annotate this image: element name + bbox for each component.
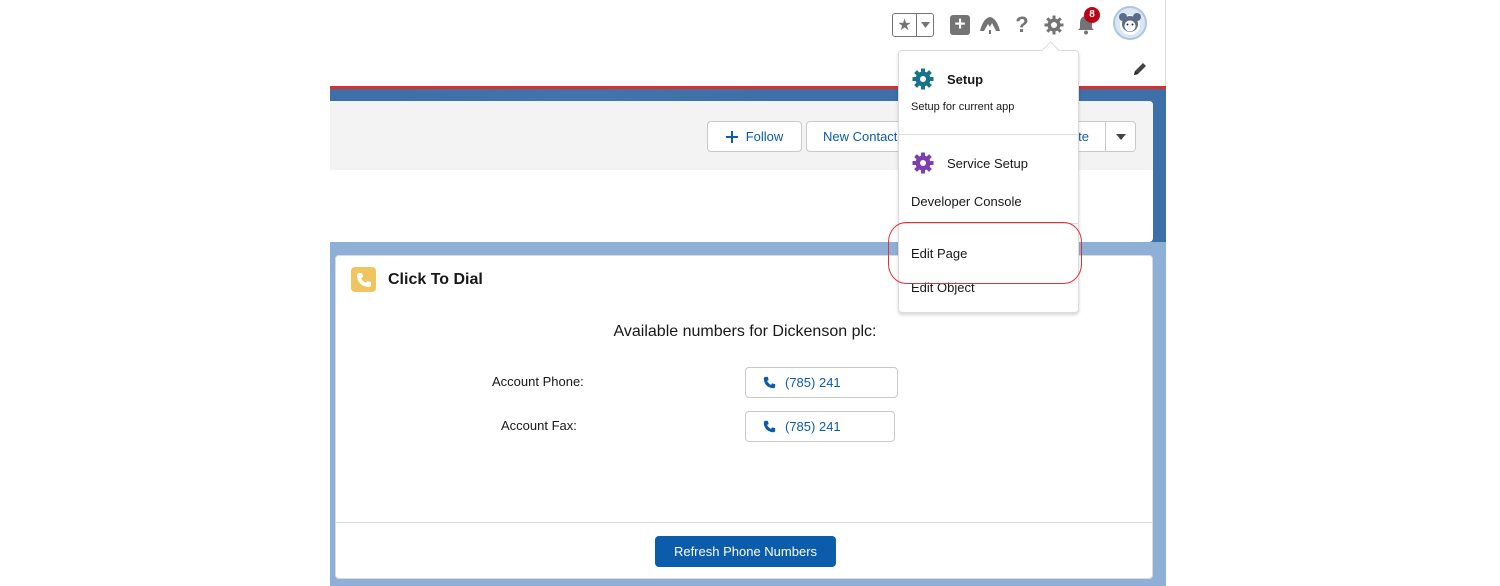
favorites-button-group[interactable]: ★	[892, 13, 934, 37]
favorites-dropdown-icon[interactable]	[917, 14, 933, 36]
phone-icon	[763, 376, 776, 389]
new-contact-label: New Contact	[823, 129, 898, 144]
account-phone-number: (785) 241	[785, 375, 841, 390]
account-phone-dial-button[interactable]: (785) 241	[745, 367, 898, 398]
refresh-phone-numbers-button[interactable]: Refresh Phone Numbers	[655, 536, 836, 567]
card-title: Click To Dial	[388, 271, 483, 288]
plus-icon	[725, 130, 738, 143]
user-avatar[interactable]	[1113, 6, 1147, 40]
account-phone-label: Account Phone:	[492, 374, 584, 389]
setup-menu-subtitle: Setup for current app	[911, 101, 1015, 113]
phone-icon	[763, 420, 776, 433]
trailhead-icon[interactable]	[978, 13, 1002, 37]
account-fax-label: Account Fax:	[501, 418, 577, 433]
edit-page-annotation-circle	[888, 222, 1082, 284]
star-icon[interactable]: ★	[893, 14, 917, 36]
card-subtitle: Available numbers for Dickenson plc:	[613, 323, 877, 340]
pencil-icon[interactable]	[1133, 62, 1149, 78]
chevron-down-icon	[1115, 133, 1126, 140]
follow-label: Follow	[745, 129, 784, 144]
record-action-label: te	[1078, 129, 1089, 144]
gear-icon[interactable]	[1042, 13, 1066, 37]
plus-icon[interactable]: +	[948, 13, 972, 37]
account-fax-dial-button[interactable]: (785) 241	[745, 411, 895, 442]
card-footer-divider	[336, 522, 1152, 523]
salesforce-record-page: ★ + ? 8 Follow New Contact te Click To D…	[0, 0, 1500, 586]
menu-divider	[899, 134, 1078, 135]
notification-count-badge: 8	[1084, 7, 1100, 23]
phone-icon	[351, 267, 376, 292]
developer-console-menu-item[interactable]: Developer Console	[911, 194, 1022, 209]
account-fax-number: (785) 241	[785, 419, 841, 434]
setup-gear-icon	[912, 68, 934, 90]
service-setup-gear-icon	[912, 152, 934, 174]
setup-menu-item[interactable]: Setup	[947, 72, 983, 87]
more-actions-button[interactable]	[1105, 121, 1136, 152]
service-setup-menu-item[interactable]: Service Setup	[947, 156, 1028, 171]
question-icon[interactable]: ?	[1010, 12, 1034, 37]
follow-button[interactable]: Follow	[707, 121, 802, 152]
